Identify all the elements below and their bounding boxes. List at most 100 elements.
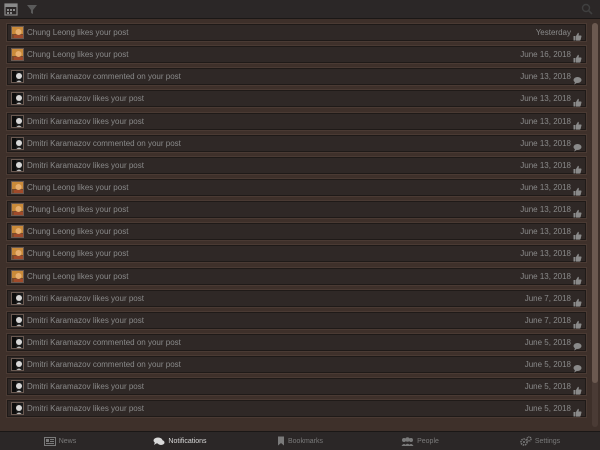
notification-text: Chung Leong likes your post <box>27 204 128 215</box>
notification-row[interactable]: Dmitri Karamazov commented on your post … <box>6 355 587 375</box>
tab-label: News <box>58 437 77 445</box>
notification-action: likes your post <box>92 382 144 392</box>
notification-text: Dmitri Karamazov likes your post <box>27 403 144 414</box>
notification-row[interactable]: Dmitri Karamazov likes your post June 13… <box>6 89 587 109</box>
notification-row[interactable]: Dmitri Karamazov likes your post June 13… <box>6 111 587 131</box>
avatar <box>11 225 24 239</box>
notification-text: Dmitri Karamazov likes your post <box>27 160 144 171</box>
notification-row[interactable]: Chung Leong likes your post June 13, 201… <box>6 177 587 197</box>
notification-action: likes your post <box>77 227 129 237</box>
newspaper-icon <box>43 436 56 446</box>
tab-bookmarks[interactable]: Bookmarks <box>240 432 360 450</box>
notification-row[interactable]: Dmitri Karamazov likes your post June 13… <box>6 155 587 175</box>
notification-text: Chung Leong likes your post <box>27 27 128 38</box>
notification-text: Chung Leong likes your post <box>27 226 128 237</box>
notification-user: Dmitri Karamazov <box>27 315 91 325</box>
comment-icon <box>573 360 582 373</box>
notification-action: commented on your post <box>92 337 181 347</box>
tab-settings[interactable]: Settings <box>480 432 600 450</box>
notification-user: Dmitri Karamazov <box>27 360 91 370</box>
notification-action: commented on your post <box>92 360 181 370</box>
notification-user: Dmitri Karamazov <box>27 337 91 347</box>
tab-notifications[interactable]: Notifications <box>120 432 240 450</box>
avatar <box>11 402 24 416</box>
notification-action: commented on your post <box>92 138 181 148</box>
avatar <box>11 380 24 394</box>
comments-icon <box>153 437 165 446</box>
scrollbar-thumb[interactable] <box>592 23 598 383</box>
thumbs-up-icon <box>573 404 582 417</box>
notification-date: June 5, 2018 <box>524 382 571 392</box>
notification-row[interactable]: Dmitri Karamazov likes your post June 5,… <box>6 399 587 419</box>
notification-action: likes your post <box>77 271 129 281</box>
thumbs-up-icon <box>573 161 582 174</box>
notification-user: Dmitri Karamazov <box>27 138 91 148</box>
avatar <box>11 291 24 305</box>
comment-icon <box>573 72 582 85</box>
avatar <box>11 48 24 62</box>
tab-label: Notifications <box>168 437 207 445</box>
notification-row[interactable]: Dmitri Karamazov commented on your post … <box>6 67 587 87</box>
filter-icon[interactable] <box>25 2 39 16</box>
notification-date: June 13, 2018 <box>520 160 571 170</box>
notification-user: Chung Leong <box>27 227 76 237</box>
notification-text: Chung Leong likes your post <box>27 182 128 193</box>
avatar <box>11 180 24 194</box>
notification-text: Dmitri Karamazov likes your post <box>27 93 144 104</box>
scrollbar[interactable] <box>592 23 598 427</box>
notification-action: likes your post <box>92 116 144 126</box>
avatar <box>11 269 24 283</box>
notification-date: June 16, 2018 <box>520 50 571 60</box>
thumbs-up-icon <box>573 272 582 285</box>
notification-row[interactable]: Chung Leong likes your post June 16, 201… <box>6 45 587 65</box>
notification-action: likes your post <box>92 404 144 414</box>
notification-user: Chung Leong <box>27 205 76 215</box>
notification-user: Dmitri Karamazov <box>27 293 91 303</box>
notification-action: likes your post <box>77 182 129 192</box>
notification-row[interactable]: Dmitri Karamazov likes your post June 5,… <box>6 377 587 397</box>
notification-action: likes your post <box>77 205 129 215</box>
notification-text: Dmitri Karamazov commented on your post <box>27 71 181 82</box>
notification-user: Dmitri Karamazov <box>27 116 91 126</box>
calendar-icon[interactable] <box>4 2 18 16</box>
tab-people[interactable]: People <box>360 432 480 450</box>
notification-date: June 13, 2018 <box>520 182 571 192</box>
thumbs-up-icon <box>573 117 582 130</box>
notification-row[interactable]: Chung Leong likes your post Yesterday <box>6 23 587 42</box>
notification-list-panel: Chung Leong likes your post Yesterday Ch… <box>0 19 600 431</box>
tab-news[interactable]: News <box>0 432 120 450</box>
thumbs-up-icon <box>573 28 582 41</box>
thumbs-up-icon <box>573 50 582 63</box>
notification-date: June 5, 2018 <box>524 337 571 347</box>
tab-label: Settings <box>534 437 561 445</box>
notification-row[interactable]: Chung Leong likes your post June 13, 201… <box>6 222 587 242</box>
notification-row[interactable]: Chung Leong likes your post June 13, 201… <box>6 266 587 286</box>
notification-row[interactable]: Dmitri Karamazov likes your post June 7,… <box>6 310 587 330</box>
notification-user: Chung Leong <box>27 50 76 60</box>
notification-row[interactable]: Dmitri Karamazov likes your post June 7,… <box>6 288 587 308</box>
avatar <box>11 26 24 39</box>
notification-user: Dmitri Karamazov <box>27 72 91 82</box>
avatar <box>11 158 24 172</box>
thumbs-up-icon <box>573 294 582 307</box>
notification-date: June 5, 2018 <box>524 360 571 370</box>
notification-action: likes your post <box>77 50 129 60</box>
notification-text: Dmitri Karamazov commented on your post <box>27 138 181 149</box>
notification-date: Yesterday <box>535 28 571 37</box>
notification-action: likes your post <box>92 160 144 170</box>
notification-text: Dmitri Karamazov commented on your post <box>27 337 181 348</box>
notification-row[interactable]: Dmitri Karamazov commented on your post … <box>6 133 587 153</box>
notification-text: Dmitri Karamazov commented on your post <box>27 359 181 370</box>
search-icon[interactable] <box>580 2 594 16</box>
notification-user: Dmitri Karamazov <box>27 94 91 104</box>
notification-row[interactable]: Chung Leong likes your post June 13, 201… <box>6 200 587 220</box>
notification-row[interactable]: Chung Leong likes your post June 13, 201… <box>6 244 587 264</box>
notification-row[interactable]: Dmitri Karamazov commented on your post … <box>6 332 587 352</box>
notification-list: Chung Leong likes your post Yesterday Ch… <box>6 23 587 422</box>
tab-label: Bookmarks <box>287 437 323 445</box>
notification-text: Dmitri Karamazov likes your post <box>27 381 144 392</box>
thumbs-up-icon <box>573 205 582 218</box>
avatar <box>11 358 24 372</box>
avatar <box>11 114 24 128</box>
notification-action: likes your post <box>77 249 129 259</box>
